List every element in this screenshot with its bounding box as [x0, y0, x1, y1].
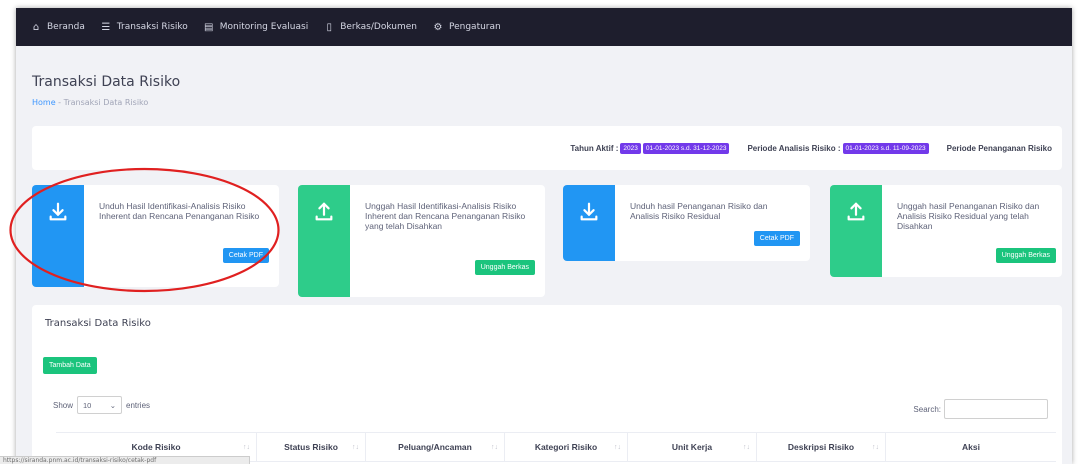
column-header-peluang-ancaman[interactable]: Peluang/Ancaman ↑↓ [366, 433, 505, 461]
sort-icon: ↑↓ [872, 443, 879, 451]
nav-label: Transaksi Risiko [116, 22, 188, 32]
entries-select[interactable]: 10 ⌄ [77, 396, 123, 414]
table-search: Search: [913, 399, 1048, 419]
home-icon: ⌂ [32, 21, 40, 33]
upload-icon [830, 185, 882, 277]
card-description: Unggah hasil Penanganan Risiko dan Anali… [897, 201, 1040, 231]
card-unggah-identifikasi: Unggah Hasil Identifikasi-Analisis Risik… [298, 185, 545, 297]
column-label: Kategori Risiko [534, 442, 598, 452]
column-label: Kode Risiko [131, 442, 181, 452]
column-label: Unit Kerja [671, 442, 713, 452]
tahun-aktif-label: Tahun Aktif : [570, 143, 619, 153]
nav-item-pengaturan[interactable]: ⚙ Pengaturan [432, 22, 501, 33]
gear-icon: ⚙ [433, 21, 443, 33]
card-unggah-penanganan: Unggah hasil Penanganan Risiko dan Anali… [830, 185, 1062, 277]
transaksi-table-card: Transaksi Data Risiko Tambah Data Show 1… [32, 305, 1062, 464]
nav-item-transaksi-risiko[interactable]: ☰ Transaksi Risiko [100, 21, 188, 33]
card-description: Unduh hasil Penanganan Risiko dan Analis… [630, 201, 768, 221]
table-card-title: Transaksi Data Risiko [45, 318, 151, 329]
page-title: Transaksi Data Risiko [32, 74, 181, 90]
cetak-pdf-button[interactable]: Cetak PDF [753, 231, 800, 246]
chevron-down-icon: ⌄ [109, 400, 117, 410]
tambah-data-button[interactable]: Tambah Data [43, 357, 97, 374]
nav-label: Beranda [47, 22, 85, 32]
breadcrumb-home-link[interactable]: Home [32, 98, 56, 107]
entries-label: entries [126, 400, 151, 410]
card-description: Unggah Hasil Identifikasi-Analisis Risik… [365, 201, 526, 231]
nav-item-beranda[interactable]: ⌂ Beranda [30, 22, 85, 33]
search-input[interactable] [944, 399, 1048, 419]
column-label: Peluang/Ancaman [398, 442, 472, 452]
entries-length-control: Show 10 ⌄ entries [53, 396, 150, 414]
nav-label: Monitoring Evaluasi [219, 22, 309, 32]
breadcrumb: Home - Transaksi Data Risiko [32, 98, 148, 107]
show-label: Show [53, 400, 74, 410]
unggah-berkas-button[interactable]: Unggah Berkas [995, 248, 1056, 263]
sort-icon: ↑↓ [743, 443, 750, 451]
nav-item-berkas-dokumen[interactable]: ▯ Berkas/Dokumen [323, 22, 417, 33]
column-header-kategori-risiko[interactable]: Kategori Risiko ↑↓ [505, 433, 628, 461]
download-icon [32, 185, 84, 287]
nav-item-monitoring-evaluasi[interactable]: ▤ Monitoring Evaluasi [203, 22, 308, 33]
breadcrumb-separator: - [58, 98, 62, 107]
app-window: ⌂ Beranda ☰ Transaksi Risiko ▤ Monitorin… [16, 8, 1072, 464]
upload-icon [298, 185, 350, 297]
nav-label: Berkas/Dokumen [340, 22, 417, 32]
tahun-aktif-badge: 2023 [620, 142, 641, 154]
sort-icon: ↑↓ [352, 443, 359, 451]
browser-status-bar-url: https://siranda.pnm.ac.id/transaksi-risi… [0, 456, 250, 464]
card-unduh-identifikasi: Unduh Hasil Identifikasi-Analisis Risiko… [32, 185, 279, 287]
entries-select-value: 10 [83, 400, 92, 410]
unggah-berkas-button[interactable]: Unggah Berkas [474, 260, 535, 275]
top-navbar: ⌂ Beranda ☰ Transaksi Risiko ▤ Monitorin… [16, 8, 1072, 46]
column-label: Aksi [962, 442, 980, 452]
column-header-status-risiko[interactable]: Status Risiko ↑↓ [257, 433, 366, 461]
card-description: Unduh Hasil Identifikasi-Analisis Risiko… [99, 201, 260, 221]
column-header-aksi: Aksi [886, 433, 1056, 461]
column-label: Status Risiko [284, 442, 338, 452]
card-unduh-penanganan: Unduh hasil Penanganan Risiko dan Analis… [563, 185, 810, 261]
breadcrumb-current: Transaksi Data Risiko [63, 98, 149, 107]
column-label: Deskripsi Risiko [787, 442, 855, 452]
search-label: Search: [913, 404, 941, 414]
list-icon: ☰ [101, 21, 111, 33]
nav-label: Pengaturan [449, 22, 501, 32]
periode-analisis-badge: 01-01-2023 s.d. 11-09-2023 [842, 142, 929, 154]
sort-icon: ↑↓ [614, 443, 621, 451]
column-header-unit-kerja[interactable]: Unit Kerja ↑↓ [628, 433, 757, 461]
column-header-deskripsi-risiko[interactable]: Deskripsi Risiko ↑↓ [757, 433, 886, 461]
chart-icon: ▤ [204, 21, 214, 33]
download-icon [563, 185, 615, 261]
tahun-range-badge: 01-01-2023 s.d. 31-12-2023 [642, 142, 730, 154]
cetak-pdf-button[interactable]: Cetak PDF [222, 248, 269, 263]
period-info-bar: Tahun Aktif : 2023 01-01-2023 s.d. 31-12… [32, 126, 1062, 170]
document-icon: ▯ [326, 21, 332, 33]
periode-penanganan-label: Periode Penanganan Risiko [946, 143, 1052, 153]
periode-analisis-label: Periode Analisis Risiko : [747, 143, 841, 153]
sort-icon: ↑↓ [491, 443, 498, 451]
sort-icon: ↑↓ [243, 443, 250, 451]
